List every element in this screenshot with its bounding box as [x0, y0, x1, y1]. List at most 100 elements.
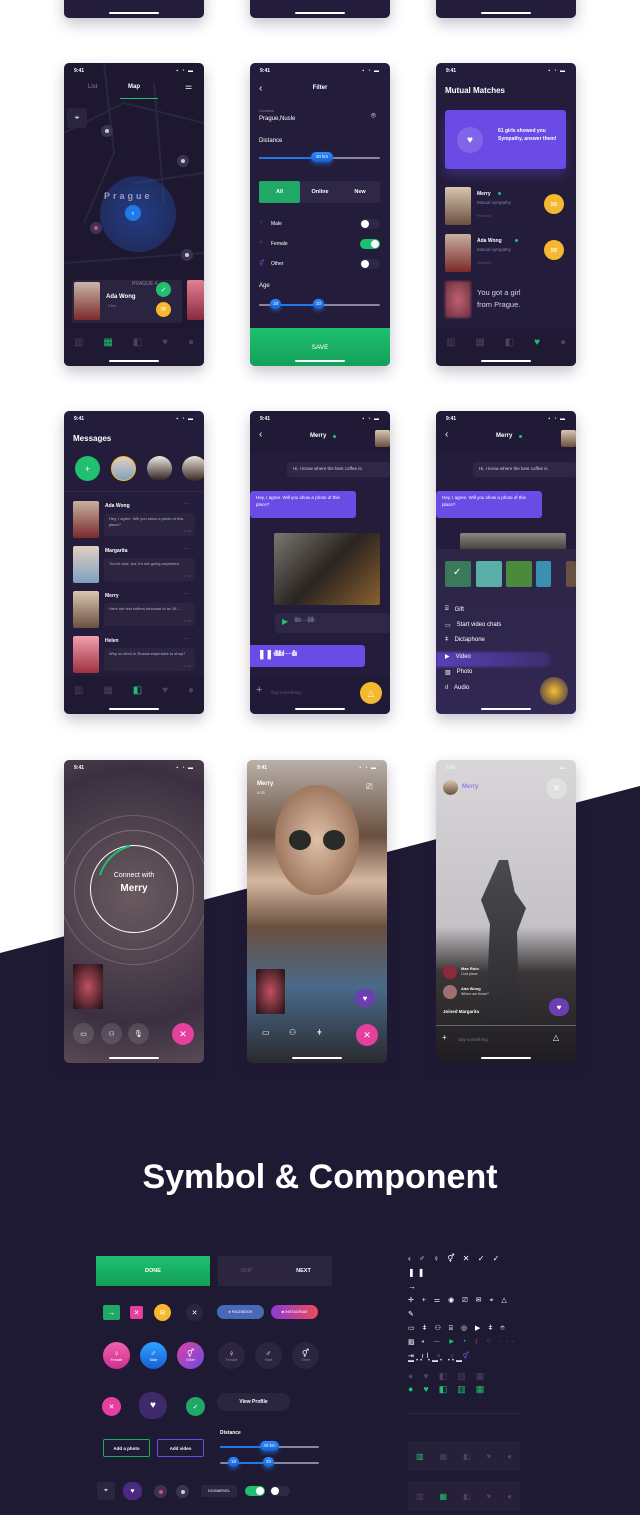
microphone-icon[interactable]: ǂ: [317, 1028, 322, 1037]
nav-profile-icon[interactable]: ●: [507, 1452, 512, 1461]
pink-x-icon[interactable]: ✕: [102, 1397, 121, 1416]
like-heart-icon[interactable]: ♥: [549, 998, 569, 1016]
shared-photo[interactable]: [274, 533, 380, 605]
gallery-thumb[interactable]: [506, 561, 532, 587]
gallery-thumb[interactable]: [476, 561, 502, 587]
attach-menu-item[interactable]: ⌸ Gift: [445, 606, 464, 613]
story-avatar[interactable]: [182, 456, 204, 481]
back-chevron-icon[interactable]: ‹: [445, 429, 448, 440]
locate-icon[interactable]: ⌖: [67, 108, 87, 128]
contact-photo[interactable]: [73, 591, 99, 628]
other-toggle[interactable]: [360, 259, 380, 269]
close-x-icon[interactable]: ✕: [546, 778, 567, 799]
map-marker[interactable]: [181, 249, 193, 261]
gallery-thumb-selected[interactable]: ✓: [445, 561, 471, 587]
add-story-plus-icon[interactable]: +: [75, 456, 100, 481]
message-preview[interactable]: Here the text suffers because of av 28 .…: [104, 603, 195, 626]
gender-other-button-active[interactable]: ⚥ Other: [177, 1342, 204, 1369]
add-user-icon[interactable]: ⚇: [101, 1023, 122, 1044]
my-location-pin-icon[interactable]: ♁: [125, 205, 141, 221]
contact-photo[interactable]: [73, 501, 99, 538]
toggle-off[interactable]: [270, 1486, 290, 1496]
attach-menu-item[interactable]: ▶ Video: [445, 653, 471, 661]
male-toggle[interactable]: [360, 219, 380, 229]
story-avatar[interactable]: [111, 456, 136, 481]
done-button[interactable]: DONE: [96, 1256, 210, 1286]
add-user-icon[interactable]: ⚇: [289, 1028, 296, 1037]
contact-photo[interactable]: [73, 546, 99, 583]
more-options-icon[interactable]: ···: [184, 546, 190, 552]
accept-check-icon[interactable]: ✓: [156, 282, 171, 297]
arrow-right-icon[interactable]: →: [103, 1305, 120, 1320]
age-min-knob[interactable]: 18: [270, 299, 282, 309]
attach-menu-item[interactable]: ǂ Dictaphone: [445, 637, 485, 643]
next-user-photo[interactable]: [187, 280, 204, 320]
nav-grid-icon[interactable]: ▦: [439, 1492, 447, 1501]
microphone-icon[interactable]: 🎙: [128, 1023, 149, 1044]
gift-icon[interactable]: +: [442, 1033, 447, 1042]
pink-x-icon[interactable]: ✕: [130, 1306, 143, 1319]
gender-female-button-active[interactable]: ♀ Female: [103, 1342, 130, 1369]
nav-map-icon[interactable]: ▥: [416, 1452, 424, 1461]
skip-button[interactable]: SKIP: [218, 1256, 275, 1286]
nav-profile-icon[interactable]: ●: [188, 337, 194, 366]
more-options-icon[interactable]: ···: [184, 501, 190, 507]
message-envelope-icon[interactable]: ✉: [544, 240, 564, 260]
message-preview[interactable]: Hey, I agree. Will you show a photo of t…: [104, 513, 195, 536]
more-options-icon[interactable]: ···: [184, 591, 190, 597]
instagram-button[interactable]: ■ INSTAGRAM: [271, 1305, 318, 1319]
attach-menu-item[interactable]: ▨ Photo: [445, 669, 472, 676]
heart-blob-icon[interactable]: ♥: [139, 1392, 167, 1419]
filter-settings-icon[interactable]: ⚌: [185, 82, 192, 91]
streamer-avatar[interactable]: [443, 780, 458, 795]
nav-profile-icon[interactable]: ●: [507, 1492, 512, 1501]
message-envelope-icon[interactable]: ✉: [156, 302, 171, 317]
back-chevron-icon[interactable]: ‹: [259, 429, 262, 440]
nav-heart-icon[interactable]: ♥: [534, 337, 540, 366]
tag-chip[interactable]: DC/MARVEL: [201, 1485, 237, 1497]
user-marker[interactable]: [154, 1485, 167, 1498]
next-button[interactable]: NEXT: [275, 1256, 332, 1286]
distance-slider-knob[interactable]: 40 km: [311, 152, 333, 162]
switch-camera-icon[interactable]: ⎚: [366, 782, 372, 792]
play-icon[interactable]: ▶: [282, 617, 288, 626]
self-preview[interactable]: [256, 969, 285, 1014]
contact-avatar[interactable]: [561, 430, 576, 447]
attach-menu-item[interactable]: ıl Audio: [445, 685, 469, 691]
nav-profile-icon[interactable]: ●: [188, 685, 194, 714]
add-photo-button[interactable]: Add a photo: [103, 1439, 150, 1457]
facebook-button[interactable]: ● FACEBOOK: [217, 1305, 264, 1319]
age-min-knob[interactable]: 18: [228, 1457, 240, 1467]
tab-list[interactable]: List: [88, 84, 97, 90]
add-video-button[interactable]: Add video: [157, 1439, 204, 1457]
pause-icon[interactable]: ❚❚: [258, 649, 273, 660]
segment-new[interactable]: New: [340, 181, 380, 203]
location-pin-icon[interactable]: ⌾: [371, 111, 376, 121]
locate-icon[interactable]: ⌖: [97, 1482, 115, 1500]
nav-map-icon[interactable]: ▥: [416, 1492, 424, 1501]
contact-photo[interactable]: [73, 636, 99, 673]
user-marker[interactable]: [90, 222, 102, 234]
gender-male-button-active[interactable]: ♂ Male: [140, 1342, 167, 1369]
plus-attach-icon[interactable]: +: [256, 684, 262, 696]
heart-blob-icon[interactable]: ♥: [123, 1482, 142, 1500]
gallery-thumb[interactable]: [536, 561, 551, 587]
tab-map[interactable]: Map: [128, 84, 140, 90]
toggle-on[interactable]: [245, 1486, 265, 1496]
nav-heart-icon[interactable]: ♥: [486, 1452, 491, 1461]
nav-grid-icon[interactable]: ▦: [439, 1452, 447, 1461]
message-envelope-icon[interactable]: ✉: [544, 194, 564, 214]
incoming-audio[interactable]: [275, 613, 390, 633]
end-call-x-icon[interactable]: ✕: [172, 1023, 194, 1045]
story-avatar[interactable]: [147, 456, 172, 481]
close-x-icon[interactable]: ✕: [186, 1304, 203, 1321]
segment-online[interactable]: Online: [300, 181, 340, 203]
map-marker[interactable]: [101, 125, 113, 137]
message-preview[interactable]: Why so birch in Russia expensive to shop…: [104, 648, 195, 671]
nav-chat-icon[interactable]: ◧: [463, 1492, 471, 1501]
view-profile-button[interactable]: View Profile: [217, 1393, 290, 1411]
distance-slider-knob[interactable]: 40 km: [260, 1441, 279, 1451]
nav-heart-icon[interactable]: ♥: [162, 685, 168, 714]
nav-map-icon[interactable]: ▥: [74, 685, 83, 714]
video-camera-icon[interactable]: ▭: [73, 1023, 94, 1044]
